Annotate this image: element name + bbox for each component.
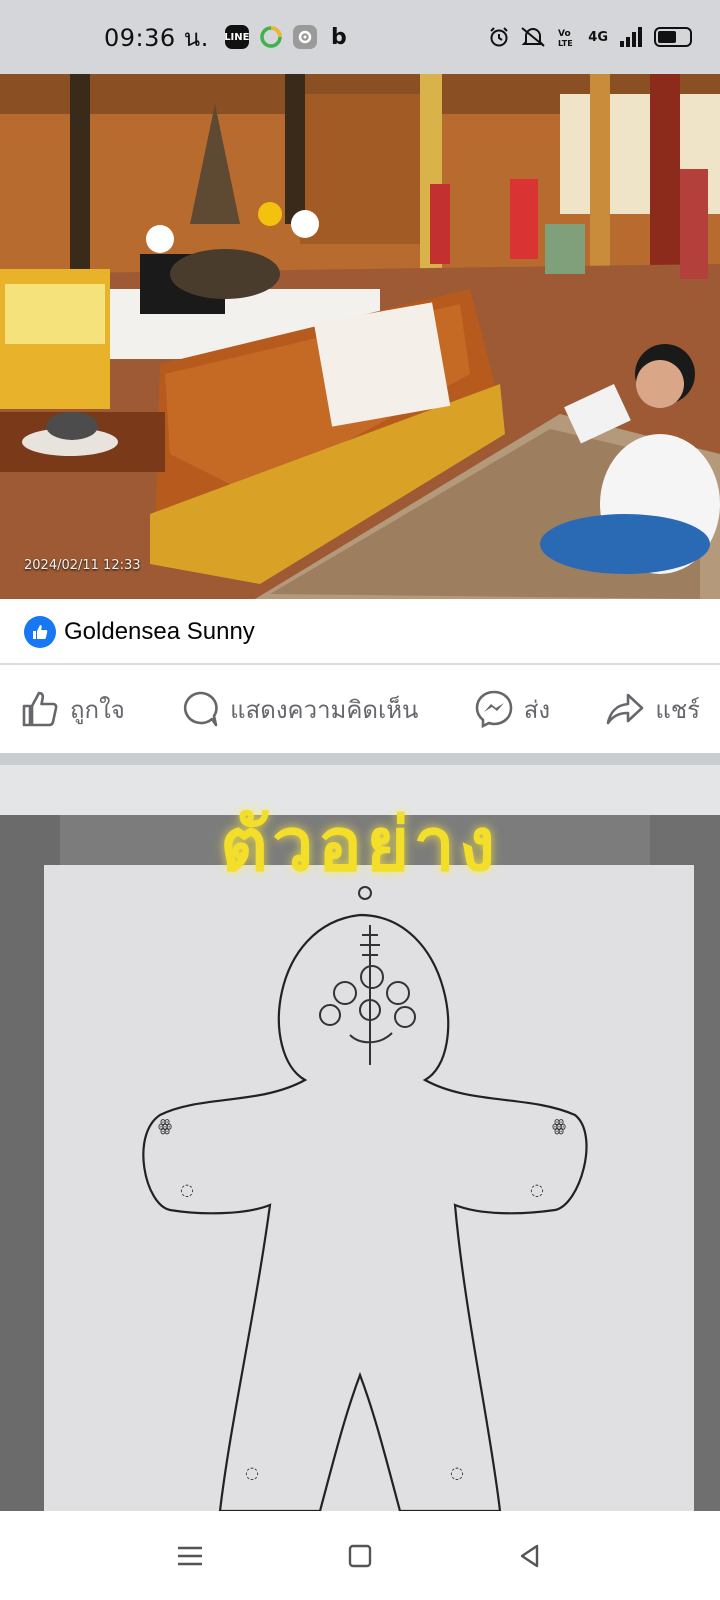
home-square-icon: [348, 1544, 372, 1567]
share-button[interactable]: แชร์: [605, 689, 700, 729]
script-left-hand: ◌: [180, 1180, 194, 1199]
signal-icon: [620, 27, 642, 47]
reactor-name[interactable]: Goldensea Sunny: [64, 618, 255, 646]
status-time: 09:36 น.: [104, 23, 209, 52]
messenger-icon: [475, 690, 513, 729]
send-button[interactable]: ส่ง: [474, 689, 550, 729]
script-right-foot: ◌: [450, 1463, 464, 1482]
post-image-2[interactable]: ꙮ ꙮ ◌ ◌ ◌ ◌ ตัวอย่าง: [0, 765, 720, 1511]
post-actions: ถูกใจ แสดงความคิดเห็น ส่ง แชร์: [0, 665, 720, 753]
status-system-icons: Vo LTE 4G: [488, 26, 692, 48]
status-app-icons: LINE b: [224, 24, 351, 50]
menu-button[interactable]: [170, 1536, 210, 1576]
back-button[interactable]: [510, 1536, 550, 1576]
share-label: แชร์: [655, 695, 700, 724]
send-label: ส่ง: [523, 695, 551, 724]
script-right-hand: ◌: [530, 1180, 544, 1199]
like-label: ถูกใจ: [70, 695, 125, 724]
share-arrow-icon: [607, 693, 644, 725]
circle-app-icon: [259, 25, 283, 49]
status-bar: 09:36 น. LINE b Vo LTE 4G: [0, 0, 720, 74]
reaction-row[interactable]: Goldensea Sunny: [0, 599, 720, 665]
script-left-top: ꙮ: [158, 1116, 172, 1135]
temple-photo-illustration: [0, 74, 720, 599]
post-photo[interactable]: 2024/02/11 12:33: [0, 74, 720, 599]
volte-icon: VoLTE: [558, 29, 573, 48]
comment-button[interactable]: แสดงความคิดเห็น: [180, 689, 418, 729]
script-left-foot: ◌: [245, 1463, 259, 1482]
battery-icon: [654, 27, 692, 47]
script-right-top: ꙮ: [552, 1116, 566, 1135]
mute-icon: [521, 27, 545, 47]
alarm-icon: [490, 27, 508, 47]
battery-level: [658, 31, 676, 43]
comment-label: แสดงความคิดเห็น: [230, 695, 419, 724]
feed-separator: [0, 753, 720, 765]
menu-icon: [178, 1546, 202, 1565]
line-app-icon: LINE: [224, 25, 249, 49]
like-reaction-icon: [24, 616, 56, 648]
settings-app-icon: [292, 25, 317, 49]
like-button[interactable]: ถูกใจ: [20, 689, 125, 729]
svg-text:LTE: LTE: [558, 39, 573, 48]
photo-timestamp: 2024/02/11 12:33: [24, 558, 141, 573]
image-caption-title: ตัวอย่าง: [220, 802, 500, 888]
back-triangle-icon: [520, 1544, 539, 1567]
home-button[interactable]: [340, 1536, 380, 1576]
network-type: 4G: [588, 29, 608, 45]
thumbs-up-icon: [22, 691, 58, 727]
b-app-icon: b: [330, 24, 347, 50]
system-nav-bar: [0, 1511, 720, 1600]
comment-icon: [184, 691, 218, 727]
svg-text:Vo: Vo: [558, 29, 571, 39]
